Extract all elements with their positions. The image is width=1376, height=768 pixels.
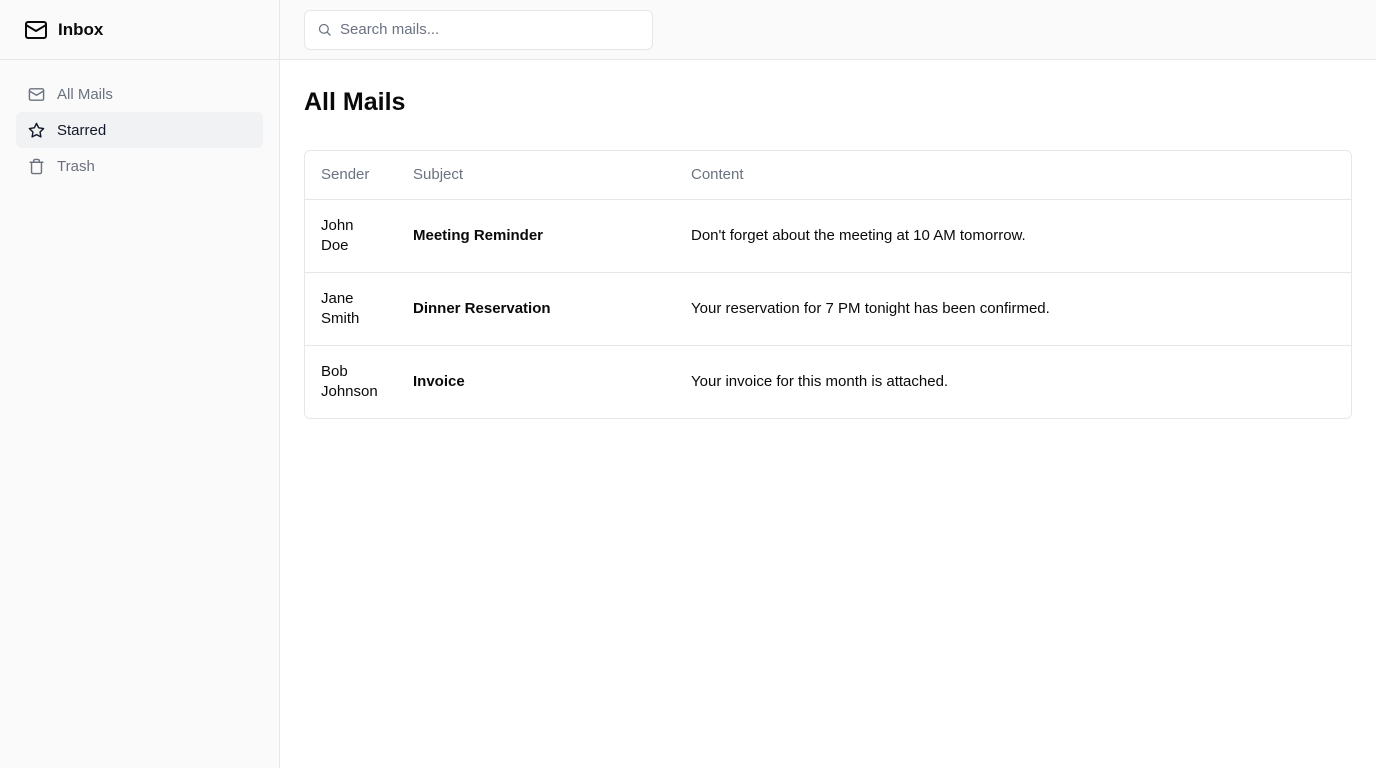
trash-icon [27,157,45,175]
sender-cell: Jane Smith [305,272,397,346]
sidebar-item-label: Starred [57,121,107,139]
content-cell: Don't forget about the meeting at 10 AM … [675,199,1351,273]
search-icon [316,22,332,38]
sidebar-item-trash[interactable]: Trash [16,148,263,184]
column-header-sender: Sender [305,151,397,200]
subject-cell: Dinner Reservation [397,272,675,346]
topbar [280,0,1376,60]
table-row[interactable]: John Doe Meeting Reminder Don't forget a… [305,199,1351,273]
page-title: All Mails [304,88,406,116]
column-header-subject: Subject [397,151,675,200]
subject-cell: Invoice [413,372,465,390]
app: Inbox All Mails Starred Trash Search mai… [0,0,1376,768]
column-header-content: Content [675,151,1351,200]
sender-name: Bob Johnson [321,362,378,400]
brand-title: Inbox [58,19,104,39]
sidebar: Inbox All Mails Starred Trash [0,0,280,768]
table-header-row: Sender Subject Content [305,151,1351,200]
sidebar-item-label: All Mails [57,85,113,103]
subject-cell: Meeting Reminder [397,199,675,273]
brand: Inbox [0,0,279,60]
star-icon [27,121,45,139]
content-cell: Your invoice for this month is attached. [691,372,949,390]
mail-icon [27,85,45,103]
search-input[interactable] [340,21,652,38]
sidebar-item-label: Trash [57,157,95,175]
sender-name: Jane Smith [321,289,360,327]
content-cell: Your reservation for 7 PM tonight has be… [675,272,1351,346]
sender-cell: John Doe [305,199,397,273]
sidebar-item-starred[interactable]: Starred [16,112,263,148]
search-box[interactable] [304,9,653,50]
content: All Mails Sender Subject Content John Do… [280,60,1376,443]
mail-table: Sender Subject Content John Doe Meeting … [305,151,1351,418]
table-row[interactable]: Jane Smith Dinner Reservation Your reser… [305,272,1351,346]
mail-icon [24,18,48,42]
sidebar-nav: All Mails Starred Trash [0,60,279,200]
table-row[interactable]: Bob Johnson Invoice Your invoice for thi… [305,345,1351,418]
mail-table-container: Sender Subject Content John Doe Meeting … [304,150,1352,419]
sender-cell: Bob Johnson [305,345,397,418]
main-area: All Mails Sender Subject Content John Do… [280,0,1376,768]
sender-name: John Doe [321,216,354,254]
sidebar-item-all-mails[interactable]: All Mails [16,76,263,112]
